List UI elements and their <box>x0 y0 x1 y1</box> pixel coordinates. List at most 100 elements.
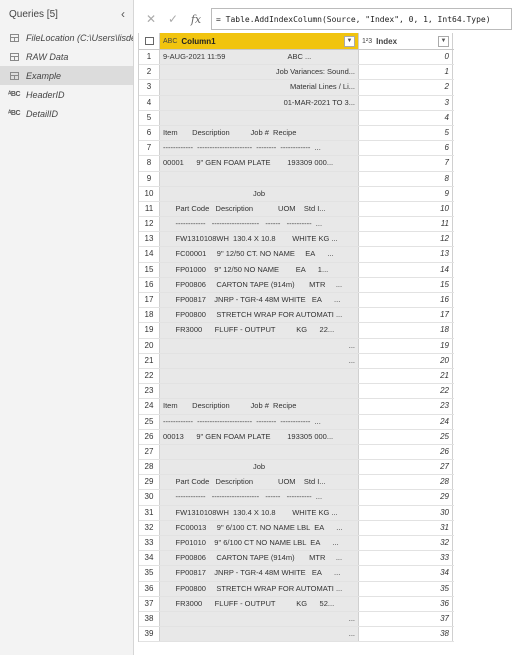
index-cell[interactable]: 27 <box>359 460 453 475</box>
row-number[interactable]: 35 <box>139 566 160 581</box>
table-row[interactable]: 3 Material Lines / Li... 2 <box>139 80 454 96</box>
table-row[interactable]: 6 Item Description Job # Recipe 5 <box>139 125 454 142</box>
row-number[interactable]: 15 <box>139 262 160 277</box>
table-row[interactable]: 8 00001 9" GEN FOAM PLATE 193309 000... 7 <box>139 156 454 172</box>
column1-cell[interactable]: FP00800 STRETCH WRAP FOR AUTOMATI ... <box>160 308 359 323</box>
row-number[interactable]: 19 <box>139 323 160 338</box>
index-cell[interactable]: 29 <box>359 490 453 505</box>
row-number[interactable]: 10 <box>139 186 160 201</box>
index-cell[interactable]: 28 <box>359 475 453 490</box>
check-icon[interactable]: ✓ <box>162 12 184 26</box>
table-row[interactable]: 54 <box>139 110 454 126</box>
chevron-left-icon[interactable]: ‹ <box>121 7 125 21</box>
table-row[interactable]: 16 FP00806 CARTON TAPE (914m) MTR ... 15 <box>139 277 454 293</box>
table-row[interactable]: 18 FP00800 STRETCH WRAP FOR AUTOMATI ...… <box>139 308 454 324</box>
row-number[interactable]: 9 <box>139 171 160 186</box>
table-row[interactable]: 37 FR3000 FLUFF - OUTPUT KG 52... 36 <box>139 596 454 612</box>
table-row[interactable]: 32 FC00013 9" 6/100 CT. NO NAME LBL EA .… <box>139 520 454 536</box>
table-row[interactable]: 13 FW1310108WH 130.4 X 10.8 WHITE KG ...… <box>139 232 454 248</box>
index-cell[interactable]: 5 <box>359 125 453 141</box>
row-number[interactable]: 17 <box>139 293 160 308</box>
index-cell[interactable]: 2 <box>359 80 453 95</box>
index-cell[interactable]: 16 <box>359 293 453 308</box>
row-number[interactable]: 24 <box>139 399 160 414</box>
row-number[interactable]: 36 <box>139 581 160 596</box>
column1-cell[interactable]: FC00013 9" 6/100 CT. NO NAME LBL EA ... <box>160 520 359 535</box>
table-row[interactable]: 36 FP00800 STRETCH WRAP FOR AUTOMATI ...… <box>139 581 454 597</box>
query-item[interactable]: FileLocation (C:\Users\lisde... <box>0 28 133 47</box>
table-row[interactable]: 11 Part Code Description UOM Std I... 10 <box>139 201 454 218</box>
table-row[interactable]: 15 FP01000 9" 12/50 NO NAME EA 1... 14 <box>139 262 454 278</box>
index-cell[interactable]: 38 <box>359 627 453 642</box>
row-number[interactable]: 33 <box>139 536 160 551</box>
index-cell[interactable]: 26 <box>359 444 453 460</box>
column1-cell[interactable] <box>160 110 359 125</box>
index-cell[interactable]: 23 <box>359 399 453 414</box>
index-cell[interactable]: 20 <box>359 353 453 368</box>
column1-cell[interactable]: FR3000 FLUFF - OUTPUT KG 52... <box>160 596 359 611</box>
row-number[interactable]: 25 <box>139 414 160 429</box>
index-cell[interactable]: 3 <box>359 95 453 110</box>
index-cell[interactable]: 11 <box>359 217 453 232</box>
fx-icon[interactable]: fx <box>184 13 208 26</box>
column-header-index[interactable]: 1²3 Index ▼ <box>359 33 453 49</box>
column1-cell[interactable]: FP00806 CARTON TAPE (914m) MTR ... <box>160 277 359 292</box>
table-row[interactable]: 10 Job 9 <box>139 186 454 202</box>
table-row[interactable]: 29 Part Code Description UOM Std I... 28 <box>139 475 454 491</box>
column1-cell[interactable]: ... <box>160 627 359 642</box>
column1-cell[interactable]: FP01010 9" 6/100 CT NO NAME LBL EA ... <box>160 536 359 551</box>
filter-dropdown-icon[interactable]: ▼ <box>438 35 449 47</box>
column1-cell[interactable]: FW1310108WH 130.4 X 10.8 WHITE KG ... <box>160 232 359 247</box>
column1-cell[interactable] <box>160 171 359 186</box>
row-number[interactable]: 14 <box>139 247 160 262</box>
index-cell[interactable]: 0 <box>359 50 453 65</box>
index-cell[interactable]: 6 <box>359 141 453 156</box>
index-cell[interactable]: 24 <box>359 414 453 429</box>
column1-cell[interactable]: 00001 9" GEN FOAM PLATE 193309 000... <box>160 156 359 171</box>
row-number[interactable]: 12 <box>139 217 160 232</box>
index-cell[interactable]: 15 <box>359 277 453 292</box>
row-number[interactable]: 5 <box>139 110 160 125</box>
row-number[interactable]: 30 <box>139 490 160 505</box>
table-row[interactable]: 30 ------------ ------------------- ----… <box>139 490 454 506</box>
table-row[interactable]: 27 26 <box>139 444 454 461</box>
table-row[interactable]: 12 ------------ ------------------- ----… <box>139 217 454 233</box>
row-number[interactable]: 4 <box>139 95 160 110</box>
index-cell[interactable]: 17 <box>359 308 453 323</box>
table-row[interactable]: 20... 19 <box>139 338 454 354</box>
row-number[interactable]: 34 <box>139 551 160 566</box>
column1-cell[interactable]: ... <box>160 611 359 627</box>
index-cell[interactable]: 12 <box>359 232 453 247</box>
formula-input[interactable]: = Table.AddIndexColumn(Source, "Index", … <box>211 8 512 30</box>
index-cell[interactable]: 34 <box>359 566 453 581</box>
row-number[interactable]: 22 <box>139 368 160 384</box>
row-number[interactable]: 27 <box>139 444 160 460</box>
index-cell[interactable]: 9 <box>359 186 453 201</box>
query-item[interactable]: ᴬBC DetailID <box>0 104 133 123</box>
column1-cell[interactable]: 01-MAR-2021 TO 3... <box>160 95 359 110</box>
column1-cell[interactable]: ------------ ------------------- ------ … <box>160 490 359 505</box>
index-cell[interactable]: 8 <box>359 171 453 186</box>
row-number[interactable]: 1 <box>139 50 160 65</box>
column1-cell[interactable]: ------------ ---------------------- ----… <box>160 414 359 429</box>
table-row[interactable]: 4 01-MAR-2021 TO 3... 3 <box>139 95 454 111</box>
table-row[interactable]: 19 FR3000 FLUFF - OUTPUT KG 22... 18 <box>139 323 454 339</box>
table-row[interactable]: 28 Job 27 <box>139 460 454 476</box>
table-row[interactable]: 7 ------------ ---------------------- ---… <box>139 141 454 157</box>
row-number[interactable]: 37 <box>139 596 160 611</box>
index-cell[interactable]: 13 <box>359 247 453 262</box>
table-row[interactable]: 33 FP01010 9" 6/100 CT NO NAME LBL EA ..… <box>139 536 454 552</box>
column-header-column1[interactable]: ABC Column1 ▼ <box>160 33 359 49</box>
abc-type-icon[interactable]: ABC <box>163 38 177 45</box>
column1-cell[interactable]: FR3000 FLUFF - OUTPUT KG 22... <box>160 323 359 338</box>
column1-cell[interactable]: 9-AUG-2021 11:59 ABC ... <box>160 50 359 65</box>
table-row[interactable]: 23 22 <box>139 384 454 400</box>
table-row[interactable]: 31 FW1310108WH 130.4 X 10.8 WHITE KG ...… <box>139 505 454 521</box>
table-row[interactable]: 39... 38 <box>139 627 454 643</box>
table-row[interactable]: 21... 20 <box>139 353 454 369</box>
column1-cell[interactable]: FP00800 STRETCH WRAP FOR AUTOMATI ... <box>160 581 359 596</box>
table-menu-button[interactable] <box>139 33 160 49</box>
index-cell[interactable]: 30 <box>359 505 453 520</box>
row-number[interactable]: 20 <box>139 338 160 353</box>
table-row[interactable]: 26 00013 9" GEN FOAM PLATE 193305 000... 2… <box>139 429 454 445</box>
